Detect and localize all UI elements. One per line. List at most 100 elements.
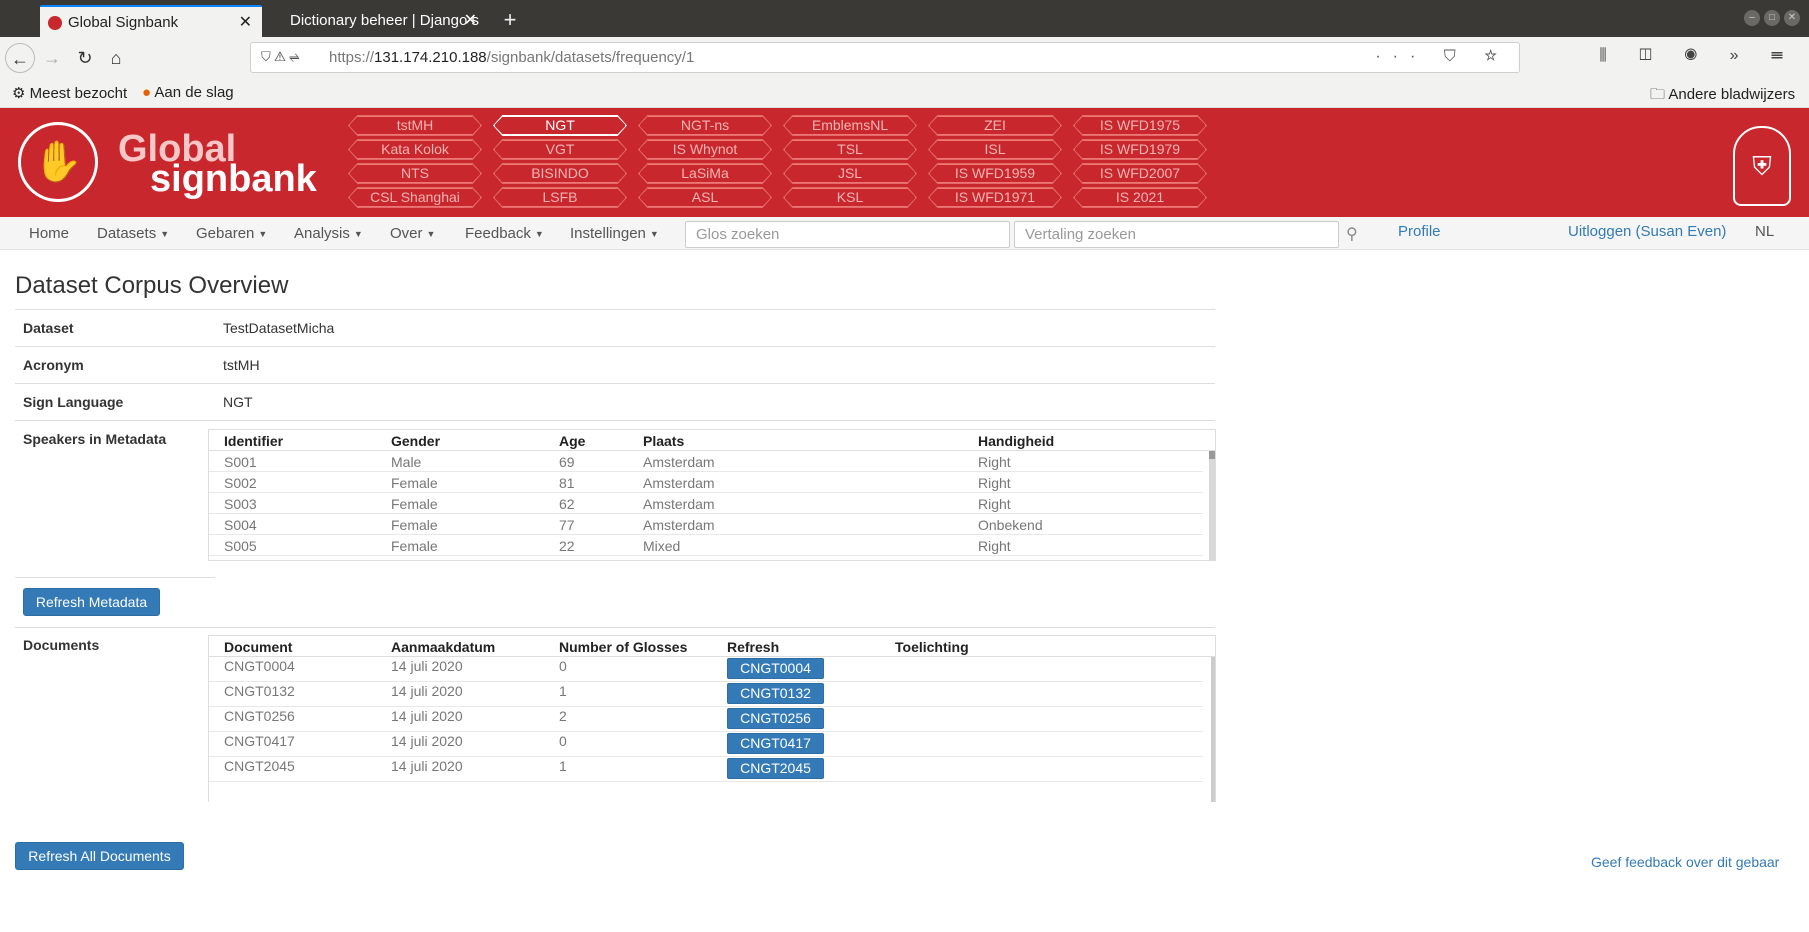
column-header: Number of Glosses bbox=[559, 639, 688, 655]
toolbar-icons[interactable]: ⫼ ◫ ◉ » ☰ bbox=[1599, 47, 1797, 65]
speaker-cell: Female bbox=[391, 496, 438, 512]
refresh-all-documents-button[interactable]: Refresh All Documents bbox=[15, 842, 184, 870]
dataset-button[interactable]: IS 2021 bbox=[1074, 188, 1206, 207]
language-switch[interactable]: NL bbox=[1755, 223, 1774, 240]
dataset-button[interactable]: IS WFD1975 bbox=[1074, 116, 1206, 135]
signbank-favicon-icon bbox=[48, 16, 62, 30]
speakers-table-header: Identifier Gender Age Plaats Handigheid bbox=[209, 430, 1215, 451]
tab-title: Global Signbank bbox=[68, 14, 179, 31]
speakers-scrollbar[interactable] bbox=[1209, 451, 1215, 561]
minimize-window-icon[interactable]: – bbox=[1744, 10, 1760, 26]
bookmark-other[interactable]: 🗀 Andere bladwijzers bbox=[1650, 84, 1795, 109]
column-header: Refresh bbox=[727, 639, 780, 655]
close-tab-icon[interactable]: ✕ bbox=[239, 7, 252, 37]
main-menu: Home Datasets ▼ Gebaren ▼ Analysis ▼ Over ▼ … bbox=[0, 217, 1809, 250]
caret-down-icon: ▼ bbox=[534, 229, 544, 240]
refresh-document-button[interactable]: CNGT2045 bbox=[727, 758, 824, 779]
menu-instellingen[interactable]: Instellingen ▼ bbox=[570, 225, 659, 242]
documents-scrollbar[interactable] bbox=[1211, 657, 1215, 802]
logout-link[interactable]: Uitloggen (Susan Even) bbox=[1568, 223, 1726, 240]
speakers-label: Speakers in Metadata bbox=[23, 431, 167, 447]
bookmark-getting-started[interactable]: ● Aan de slag bbox=[142, 84, 234, 101]
dataset-button[interactable]: JSL bbox=[784, 164, 916, 183]
speaker-cell: Onbekend bbox=[978, 517, 1043, 533]
dataset-button[interactable]: CSL Shanghai bbox=[349, 188, 481, 207]
close-tab-icon[interactable]: ✕ bbox=[464, 5, 477, 37]
address-bar[interactable]: ⛉ ⚠ ⇌ https://131.174.210.188/signbank/d… bbox=[250, 42, 1520, 73]
refresh-document-button[interactable]: CNGT0132 bbox=[727, 683, 824, 704]
dataset-button[interactable]: ISL bbox=[929, 140, 1061, 159]
refresh-metadata-button[interactable]: Refresh Metadata bbox=[23, 588, 160, 616]
dataset-button[interactable]: IS WFD1979 bbox=[1074, 140, 1206, 159]
translation-search-input[interactable]: Vertaling zoeken bbox=[1014, 221, 1339, 248]
feedback-link[interactable]: Geef feedback over dit gebaar bbox=[1591, 854, 1779, 870]
bookmark-most-visited[interactable]: ⚙ Meest bezocht bbox=[12, 84, 127, 102]
menu-feedback[interactable]: Feedback ▼ bbox=[465, 225, 544, 242]
document-cell: 14 juli 2020 bbox=[391, 658, 463, 674]
speaker-cell: 77 bbox=[559, 517, 575, 533]
speaker-cell: Right bbox=[978, 454, 1011, 470]
dataset-button[interactable]: LaSiMa bbox=[639, 164, 771, 183]
documents-table-header: Document Aanmaakdatum Number of Glosses … bbox=[209, 636, 1215, 657]
speaker-cell: Mixed bbox=[643, 538, 681, 554]
radboud-university-seal-icon: ⛨ bbox=[1733, 126, 1791, 206]
search-icon[interactable]: ⚲ bbox=[1346, 224, 1358, 244]
speaker-cell: Female bbox=[391, 517, 438, 533]
dataset-button[interactable]: NGT-ns bbox=[639, 116, 771, 135]
caret-down-icon: ▼ bbox=[353, 229, 363, 240]
security-info-icon[interactable]: ⛉ ⚠ ⇌ bbox=[261, 49, 300, 65]
dataset-button[interactable]: LSFB bbox=[494, 188, 626, 207]
dataset-button[interactable]: BISINDO bbox=[494, 164, 626, 183]
document-row: CNGT0256 14 juli 2020 2 CNGT0256 bbox=[209, 707, 1203, 732]
column-header: Gender bbox=[391, 433, 441, 449]
speaker-cell: Amsterdam bbox=[643, 517, 715, 533]
document-cell: CNGT0132 bbox=[224, 683, 295, 699]
browser-nav-bar: ← → ↻ ⌂ ⛉ ⚠ ⇌ https://131.174.210.188/si… bbox=[0, 37, 1809, 79]
page-actions-icon[interactable]: ··· ⛉ ☆ bbox=[1375, 48, 1509, 66]
dataset-button[interactable]: NGT bbox=[494, 116, 626, 135]
dataset-button[interactable]: IS WFD1959 bbox=[929, 164, 1061, 183]
dataset-button[interactable]: NTS bbox=[349, 164, 481, 183]
menu-datasets[interactable]: Datasets ▼ bbox=[97, 225, 169, 242]
scrollbar-thumb[interactable] bbox=[1209, 451, 1215, 459]
new-tab-icon[interactable]: + bbox=[495, 5, 525, 35]
dataset-button[interactable]: IS WFD1971 bbox=[929, 188, 1061, 207]
gloss-search-input[interactable]: Glos zoeken bbox=[685, 221, 1010, 248]
dataset-value: TestDatasetMicha bbox=[223, 320, 335, 336]
tab-django-admin[interactable]: Dictionary beheer | Django s ✕ bbox=[262, 5, 487, 37]
tab-global-signbank[interactable]: Global Signbank ✕ bbox=[40, 5, 262, 37]
dataset-label: Dataset bbox=[23, 320, 74, 336]
profile-link[interactable]: Profile bbox=[1398, 223, 1441, 240]
maximize-window-icon[interactable]: □ bbox=[1764, 10, 1780, 26]
back-icon[interactable]: ← bbox=[5, 43, 35, 73]
dataset-button[interactable]: VGT bbox=[494, 140, 626, 159]
dataset-button[interactable]: ASL bbox=[639, 188, 771, 207]
close-window-icon[interactable]: ✕ bbox=[1784, 10, 1800, 26]
home-icon[interactable]: ⌂ bbox=[101, 43, 131, 73]
dataset-button[interactable]: IS Whynot bbox=[639, 140, 771, 159]
reload-icon[interactable]: ↻ bbox=[70, 43, 100, 73]
refresh-document-button[interactable]: CNGT0004 bbox=[727, 658, 824, 679]
dataset-button[interactable]: EmblemsNL bbox=[784, 116, 916, 135]
speaker-row: S002 Female 81 Amsterdam Right bbox=[209, 472, 1203, 493]
speaker-row: S003 Female 62 Amsterdam Right bbox=[209, 493, 1203, 514]
menu-home[interactable]: Home bbox=[29, 225, 69, 242]
signbank-hand-logo-icon[interactable]: ✋ bbox=[18, 122, 98, 202]
refresh-document-button[interactable]: CNGT0417 bbox=[727, 733, 824, 754]
refresh-document-button[interactable]: CNGT0256 bbox=[727, 708, 824, 729]
dataset-button[interactable]: TSL bbox=[784, 140, 916, 159]
menu-gebaren[interactable]: Gebaren ▼ bbox=[196, 225, 267, 242]
dataset-button[interactable]: KSL bbox=[784, 188, 916, 207]
dataset-button[interactable]: tstMH bbox=[349, 116, 481, 135]
dataset-button[interactable]: Kata Kolok bbox=[349, 140, 481, 159]
column-header: Toelichting bbox=[895, 639, 969, 655]
logo-text-signbank[interactable]: signbank bbox=[150, 158, 317, 201]
menu-analysis[interactable]: Analysis ▼ bbox=[294, 225, 363, 242]
menu-over[interactable]: Over ▼ bbox=[390, 225, 435, 242]
speaker-cell: 81 bbox=[559, 475, 575, 491]
dataset-button[interactable]: ZEI bbox=[929, 116, 1061, 135]
sign-language-value: NGT bbox=[223, 394, 253, 410]
dataset-button[interactable]: IS WFD2007 bbox=[1074, 164, 1206, 183]
speaker-cell: S002 bbox=[224, 475, 257, 491]
forward-icon[interactable]: → bbox=[37, 43, 67, 73]
